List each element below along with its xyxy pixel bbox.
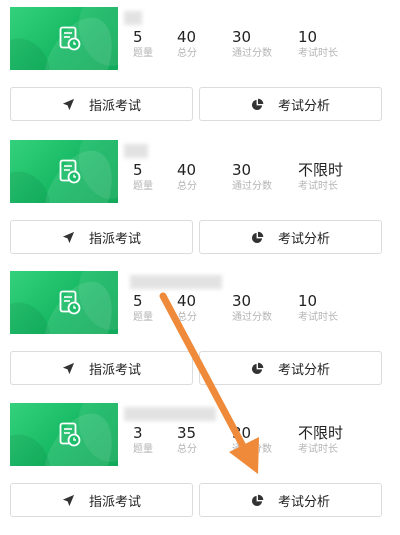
stat-questions: 5 题量 xyxy=(133,27,153,61)
duration-value: 10 xyxy=(298,28,318,46)
send-icon xyxy=(62,98,75,110)
exam-card: 5 题量 40 总分 30 通过分数 10 考试时长 指派考试 考试分析 xyxy=(0,271,400,401)
stat-pass: 30 通过分数 xyxy=(232,27,272,61)
assign-exam-label: 指派考试 xyxy=(88,362,141,378)
exam-analysis-button[interactable]: 考试分析 xyxy=(199,483,382,517)
stat-duration: 10 考试时长 xyxy=(298,27,338,61)
pie-chart-icon xyxy=(251,362,264,374)
exam-thumbnail[interactable] xyxy=(10,271,118,334)
stat-questions: 3 题量 xyxy=(133,423,153,457)
assign-exam-label: 指派考试 xyxy=(88,231,141,247)
assign-exam-label: 指派考试 xyxy=(88,98,141,114)
pass-label: 通过分数 xyxy=(232,48,272,59)
assign-exam-button[interactable]: 指派考试 xyxy=(10,220,193,254)
duration-label: 考试时长 xyxy=(298,312,338,323)
stat-total: 35 总分 xyxy=(177,423,197,457)
exam-analysis-label: 考试分析 xyxy=(277,362,330,378)
questions-value: 5 xyxy=(133,292,143,310)
stat-pass: 30 通过分数 xyxy=(232,291,272,325)
assign-exam-label: 指派考试 xyxy=(88,494,141,510)
pie-chart-icon xyxy=(251,494,264,506)
exam-thumbnail[interactable] xyxy=(10,140,118,203)
pass-value: 30 xyxy=(232,161,252,179)
exam-analysis-button[interactable]: 考试分析 xyxy=(199,87,382,121)
exam-analysis-button[interactable]: 考试分析 xyxy=(199,351,382,385)
assign-exam-button[interactable]: 指派考试 xyxy=(10,483,193,517)
duration-label: 考试时长 xyxy=(298,48,338,59)
pass-label: 通过分数 xyxy=(232,312,272,323)
exam-clock-icon xyxy=(59,26,81,51)
stat-questions: 5 题量 xyxy=(133,291,153,325)
questions-value: 3 xyxy=(133,424,143,442)
stat-duration: 不限时 考试时长 xyxy=(298,423,343,457)
duration-value: 不限时 xyxy=(298,161,344,179)
total-label: 总分 xyxy=(177,48,197,59)
stat-duration: 不限时 考试时长 xyxy=(298,160,343,194)
stat-total: 40 总分 xyxy=(177,291,197,325)
pass-value: 30 xyxy=(232,424,252,442)
exam-card: 3 题量 35 总分 30 通过分数 不限时 考试时长 指派考试 考试分析 xyxy=(0,403,400,533)
exam-thumbnail[interactable] xyxy=(10,403,118,466)
questions-label: 题量 xyxy=(133,312,153,323)
questions-label: 题量 xyxy=(133,48,153,59)
total-value: 35 xyxy=(177,424,197,442)
pass-label: 通过分数 xyxy=(232,181,272,192)
questions-value: 5 xyxy=(133,161,143,179)
total-label: 总分 xyxy=(177,312,197,323)
send-icon xyxy=(62,362,75,374)
exam-analysis-label: 考试分析 xyxy=(277,98,330,114)
send-icon xyxy=(62,494,75,506)
pass-label: 通过分数 xyxy=(232,444,272,455)
exam-clock-icon xyxy=(59,159,81,184)
total-value: 40 xyxy=(177,161,197,179)
duration-value: 10 xyxy=(298,292,318,310)
stat-total: 40 总分 xyxy=(177,160,197,194)
exam-analysis-label: 考试分析 xyxy=(277,494,330,510)
exam-title-redacted xyxy=(130,275,222,289)
exam-clock-icon xyxy=(59,422,81,447)
exam-analysis-button[interactable]: 考试分析 xyxy=(199,220,382,254)
exam-analysis-label: 考试分析 xyxy=(277,231,330,247)
pass-value: 30 xyxy=(232,28,252,46)
exam-clock-icon xyxy=(59,290,81,315)
total-value: 40 xyxy=(177,292,197,310)
total-value: 40 xyxy=(177,28,197,46)
pie-chart-icon xyxy=(251,98,264,110)
questions-value: 5 xyxy=(133,28,143,46)
duration-label: 考试时长 xyxy=(298,181,338,192)
exam-title-redacted xyxy=(124,144,148,158)
exam-thumbnail[interactable] xyxy=(10,7,118,70)
exam-card: 5 题量 40 总分 30 通过分数 10 考试时长 指派考试 考试分析 xyxy=(0,7,400,137)
exam-title-redacted xyxy=(124,11,142,25)
stat-questions: 5 题量 xyxy=(133,160,153,194)
duration-value: 不限时 xyxy=(298,424,344,442)
stat-pass: 30 通过分数 xyxy=(232,160,272,194)
pass-value: 30 xyxy=(232,292,252,310)
total-label: 总分 xyxy=(177,444,197,455)
pie-chart-icon xyxy=(251,231,264,243)
send-icon xyxy=(62,231,75,243)
exam-title-redacted xyxy=(124,407,216,421)
stat-total: 40 总分 xyxy=(177,27,197,61)
assign-exam-button[interactable]: 指派考试 xyxy=(10,87,193,121)
assign-exam-button[interactable]: 指派考试 xyxy=(10,351,193,385)
questions-label: 题量 xyxy=(133,181,153,192)
stat-pass: 30 通过分数 xyxy=(232,423,272,457)
questions-label: 题量 xyxy=(133,444,153,455)
total-label: 总分 xyxy=(177,181,197,192)
stat-duration: 10 考试时长 xyxy=(298,291,338,325)
exam-card: 5 题量 40 总分 30 通过分数 不限时 考试时长 指派考试 考试分析 xyxy=(0,140,400,270)
duration-label: 考试时长 xyxy=(298,444,338,455)
